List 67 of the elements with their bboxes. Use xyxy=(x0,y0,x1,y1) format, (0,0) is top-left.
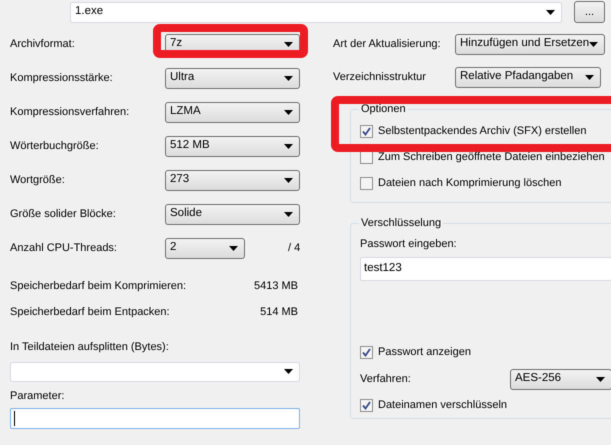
field-label: Archivformat: xyxy=(10,36,76,52)
dropdown[interactable]: 2 xyxy=(165,238,245,258)
parameter-label: Parameter: xyxy=(10,388,66,404)
field-label: Wörterbuchgröße: xyxy=(10,138,100,154)
dropdown-caret-icon xyxy=(284,369,293,374)
field-label: Kompressionsstärke: xyxy=(10,70,114,86)
combo-value: 273 xyxy=(170,172,190,188)
dropdown-caret-icon xyxy=(284,76,293,80)
checkbox[interactable] xyxy=(360,124,373,138)
dropdown-caret-icon xyxy=(585,74,594,80)
dropdown[interactable]: Solide xyxy=(165,204,300,224)
dropdown[interactable]: LZMA xyxy=(165,102,300,122)
dropdown[interactable]: 512 MB xyxy=(165,136,300,156)
dropdown-caret-icon xyxy=(284,178,293,182)
combo-value: AES-256 xyxy=(515,371,562,386)
dropdown-caret-icon xyxy=(284,212,293,216)
checkbox-label[interactable]: Passwort anzeigen xyxy=(378,344,471,361)
field-label: Wortgröße: xyxy=(10,172,66,188)
checkbox[interactable] xyxy=(360,399,373,412)
parameter-field[interactable] xyxy=(10,408,300,429)
checkbox-label[interactable]: Selbstentpackendes Archiv (SFX) erstellen xyxy=(378,122,586,140)
dropdown[interactable]: 273 xyxy=(165,170,300,190)
browse-button[interactable]: ... xyxy=(574,1,605,23)
dropdown-caret-icon xyxy=(284,42,293,46)
dropdown[interactable]: Hinzufügen und Ersetzen xyxy=(455,34,606,54)
checkbox[interactable] xyxy=(360,176,373,190)
encryption-method-dropdown[interactable]: AES-256 xyxy=(510,368,611,390)
dropdown-caret-icon xyxy=(284,110,293,114)
group-title: Verschlüsselung xyxy=(359,215,444,232)
dropdown-caret-icon xyxy=(546,10,555,14)
checkbox-label[interactable]: Dateien nach Komprimierung löschen xyxy=(378,174,562,192)
memory-label: Speicherbedarf beim Komprimieren: xyxy=(10,278,186,294)
combo-value: Relative Pfadangaben xyxy=(460,69,574,84)
checkbox[interactable] xyxy=(360,150,373,164)
checkbox-label[interactable]: Dateinamen verschlüsseln xyxy=(378,397,508,414)
field-label: Größe solider Blöcke: xyxy=(10,206,117,222)
memory-label: Speicherbedarf beim Entpacken: xyxy=(10,304,170,320)
method-label: Verfahren: xyxy=(360,372,412,387)
combo-value: Hinzufügen und Ersetzen xyxy=(460,36,590,52)
combo-value: 2 xyxy=(170,240,176,256)
dropdown-caret-icon xyxy=(229,246,238,250)
dropdown[interactable]: Ultra xyxy=(165,68,300,88)
combo-value: 512 MB xyxy=(170,138,210,154)
combo-value: Solide xyxy=(170,206,202,222)
dropdown-caret-icon xyxy=(284,144,293,148)
archive-name-combo[interactable]: 1.exe xyxy=(70,2,562,22)
checkbox-label[interactable]: Zum Schreiben geöffnete Dateien einbeziehen xyxy=(378,148,605,166)
dropdown-caret-icon xyxy=(596,376,605,382)
field-label: Anzahl CPU-Threads: xyxy=(10,240,118,256)
field-label: Verzeichnisstruktur xyxy=(333,70,427,85)
combo-value: 7z xyxy=(170,36,182,52)
combo-value: LZMA xyxy=(170,104,201,120)
text-cursor xyxy=(14,411,15,426)
split-label: In Teildateien aufsplitten (Bytes): xyxy=(10,340,170,355)
dropdown[interactable]: Relative Pfadangaben xyxy=(455,66,601,88)
password-text: test123 xyxy=(364,260,402,276)
memory-value: 5413 MB xyxy=(254,278,298,294)
password-field[interactable]: test123 xyxy=(360,256,611,280)
field-label: Art der Aktualisierung: xyxy=(333,36,442,52)
combo-value: 1.exe xyxy=(75,4,104,20)
password-label: Passwort eingeben: xyxy=(360,237,458,252)
checkbox[interactable] xyxy=(360,346,373,359)
dropdown-caret-icon xyxy=(589,42,598,46)
memory-value: 514 MB xyxy=(260,304,298,320)
combo-value: Ultra xyxy=(170,70,194,86)
thread-count: / 4 xyxy=(288,240,300,256)
field-label: Kompressionsverfahren: xyxy=(10,104,130,120)
